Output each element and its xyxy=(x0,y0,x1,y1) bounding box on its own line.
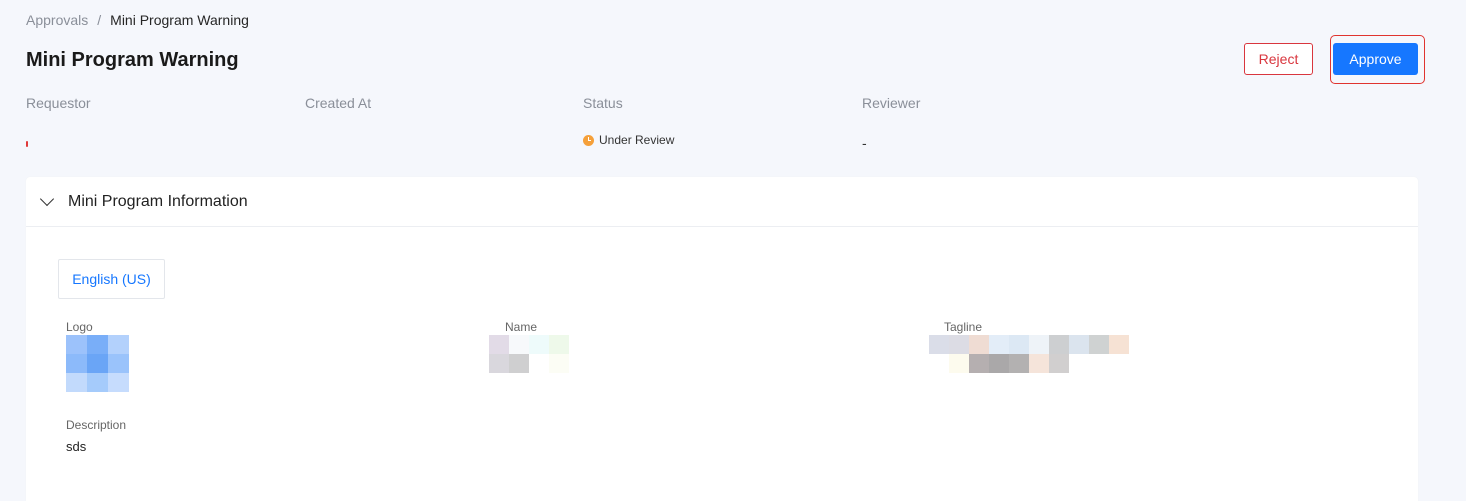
tagline-label: Tagline xyxy=(944,320,983,334)
chevron-down-icon xyxy=(39,191,55,207)
name-value-redacted xyxy=(489,335,569,373)
requestor-label: Requestor xyxy=(26,95,91,111)
logo-label: Logo xyxy=(66,320,93,334)
clock-icon xyxy=(583,134,594,146)
status-value: Under Review xyxy=(599,133,675,147)
breadcrumb-approvals-link[interactable]: Approvals xyxy=(26,12,88,28)
created-at-label: Created At xyxy=(305,95,372,111)
reviewer-label: Reviewer xyxy=(862,95,921,111)
requestor-value-redacted xyxy=(26,141,28,147)
card-title: Mini Program Information xyxy=(68,192,248,210)
status-label: Status xyxy=(583,95,623,111)
reject-button[interactable]: Reject xyxy=(1244,43,1313,75)
breadcrumb: Approvals / Mini Program Warning xyxy=(26,12,249,28)
tagline-value-redacted xyxy=(929,335,1129,373)
breadcrumb-separator: / xyxy=(97,12,102,28)
description-value: sds xyxy=(66,439,87,454)
tab-english-us[interactable]: English (US) xyxy=(58,259,165,299)
approve-button[interactable]: Approve xyxy=(1333,43,1418,75)
page-title: Mini Program Warning xyxy=(26,49,239,71)
logo-image xyxy=(66,335,129,392)
name-label: Name xyxy=(505,320,538,334)
status-badge: Under Review xyxy=(583,133,674,147)
breadcrumb-current: Mini Program Warning xyxy=(110,12,249,28)
mini-program-information-card: Mini Program Information English (US) Lo… xyxy=(26,177,1418,501)
reviewer-value: - xyxy=(862,135,867,151)
card-header-toggle[interactable]: Mini Program Information xyxy=(26,177,1418,227)
description-label: Description xyxy=(66,418,127,432)
